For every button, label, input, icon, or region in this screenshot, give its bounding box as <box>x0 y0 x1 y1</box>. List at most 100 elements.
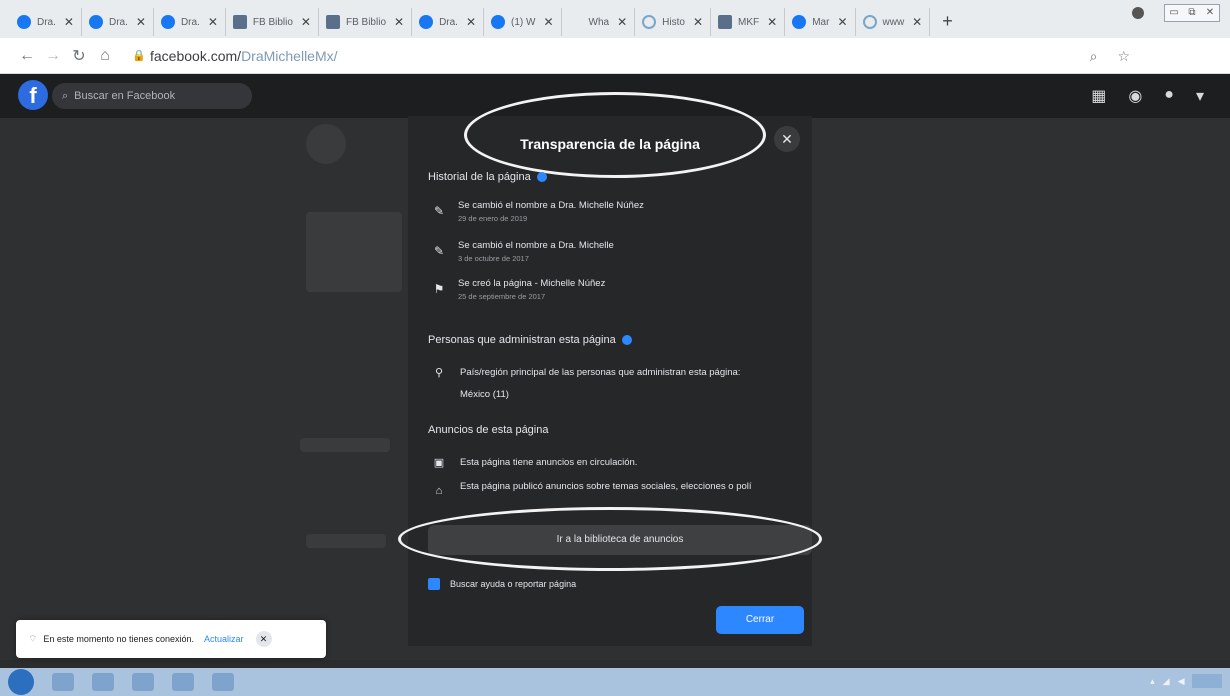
address-bar: ← → ↻ ⌂ 🔒 facebook.com/DraMichelleMx/ ⌕ … <box>0 38 1230 74</box>
close-window-icon[interactable]: ✕ <box>1201 5 1219 21</box>
close-tab-icon[interactable]: ✕ <box>466 15 476 29</box>
history-section-title: Historial de la página <box>428 171 547 183</box>
url-field[interactable]: facebook.com/DraMichelleMx/ <box>150 48 338 64</box>
facebook-icon <box>160 15 175 29</box>
volume-icon[interactable]: ◀ <box>1178 676 1185 687</box>
tray-arrow-icon[interactable]: ▴ <box>1150 676 1155 687</box>
taskbar-app-icon[interactable] <box>52 673 74 691</box>
highlight-oval <box>398 507 822 571</box>
close-toast-icon[interactable]: ✕ <box>255 631 272 647</box>
browser-tab[interactable]: MKF ✕ <box>711 8 786 36</box>
bookmark-star-icon[interactable]: ☆ <box>1117 48 1130 65</box>
close-tab-icon[interactable]: ✕ <box>837 15 847 29</box>
loading-icon <box>642 15 657 29</box>
taskbar: ▴ ◢ ◀ <box>0 668 1230 696</box>
close-button[interactable]: Cerrar <box>716 606 804 634</box>
ads-screen-icon: ▣ <box>433 457 445 469</box>
admins-location-row: ⚲ País/región principal de las personas … <box>430 362 740 406</box>
tab-label: MKF <box>738 16 760 28</box>
close-tab-icon[interactable]: ✕ <box>543 15 553 29</box>
browser-tab[interactable]: www ✕ <box>856 8 931 36</box>
help-report-link[interactable]: Buscar ayuda o reportar página <box>428 578 576 590</box>
help-link-text: Buscar ayuda o reportar página <box>450 579 577 589</box>
ads-section-title: Anuncios de esta página <box>428 424 548 436</box>
taskbar-app-icon[interactable] <box>132 673 154 691</box>
forward-icon[interactable]: → <box>40 47 66 65</box>
close-tab-icon[interactable]: ✕ <box>301 15 311 29</box>
close-modal-button[interactable]: ✕ <box>774 126 800 152</box>
browser-tab[interactable]: (1) W ✕ <box>484 8 562 36</box>
tab-label: FB Biblio <box>345 16 386 28</box>
info-icon[interactable] <box>621 335 632 345</box>
browser-tab[interactable]: Dra. ✕ <box>412 8 485 36</box>
url-domain: facebook.com/ <box>150 47 242 64</box>
profile-icon[interactable] <box>1132 7 1144 19</box>
refresh-link[interactable]: Actualizar <box>204 634 244 644</box>
history-title: Historial de la página <box>428 171 531 183</box>
browser-tab[interactable]: Histo ✕ <box>635 8 712 36</box>
close-tab-icon[interactable]: ✕ <box>912 15 922 29</box>
history-text: Se cambió el nombre a Dra. Michelle <box>458 240 614 251</box>
browser-tab-strip: Dra. ✕ Dra. ✕ Dra. ✕ FB Biblio ✕ FB Biblio ✕ … <box>0 0 1230 38</box>
close-tab-icon[interactable]: ✕ <box>767 15 777 29</box>
facebook-logo[interactable]: f <box>18 80 48 110</box>
notifications-icon[interactable]: ● <box>1164 86 1174 106</box>
edit-icon: ✎ <box>433 204 445 218</box>
browser-tab[interactable]: FB Biblio ✕ <box>319 8 413 36</box>
home-icon[interactable]: ⌂ <box>92 47 118 65</box>
zoom-icon[interactable]: ⌕ <box>1090 48 1098 65</box>
close-tab-icon[interactable]: ✕ <box>617 15 627 29</box>
new-tab-button[interactable]: + <box>942 11 953 32</box>
tab-label: Dra. <box>108 16 128 28</box>
facebook-icon <box>17 15 31 29</box>
toast-message: En este momento no tienes conexión. <box>43 634 194 644</box>
blank-icon <box>569 15 583 29</box>
page-icon <box>232 15 247 29</box>
messenger-icon[interactable]: ◉ <box>1128 86 1142 106</box>
history-text: Se cambió el nombre a Dra. Michelle Núñe… <box>458 200 644 211</box>
account-chevron-icon[interactable]: ▾ <box>1196 86 1204 106</box>
tab-label: Histo <box>662 16 685 28</box>
offline-toast: ⌔ En este momento no tienes conexión. Ac… <box>16 620 326 658</box>
taskbar-app-icon[interactable] <box>172 673 194 691</box>
close-tab-icon[interactable]: ✕ <box>693 15 703 29</box>
tab-label: Mar <box>812 16 830 28</box>
close-tab-icon[interactable]: ✕ <box>394 15 404 29</box>
history-item: ⚑ Se creó la página - Michelle Núñez 25 d… <box>430 278 606 301</box>
search-placeholder: Buscar en Facebook <box>74 90 176 102</box>
network-icon[interactable]: ◢ <box>1163 676 1170 687</box>
info-icon[interactable] <box>536 172 547 182</box>
history-date: 25 de septiembre de 2017 <box>458 292 546 301</box>
close-tab-icon[interactable]: ✕ <box>64 15 74 29</box>
browser-tab[interactable]: Dra. ✕ <box>154 8 226 36</box>
browser-tab[interactable]: Mar ✕ <box>785 8 856 36</box>
back-icon[interactable]: ← <box>14 47 40 65</box>
history-date: 29 de enero de 2019 <box>458 214 528 223</box>
chrome-icon[interactable] <box>212 673 234 691</box>
browser-tab[interactable]: FB Biblio ✕ <box>226 8 319 36</box>
search-input[interactable]: ⌕ Buscar en Facebook <box>52 83 252 109</box>
clock[interactable] <box>1192 674 1222 688</box>
header-actions: ▦ ◉ ● ▾ <box>1091 86 1204 106</box>
history-item: ✎ Se cambió el nombre a Dra. Michelle 3 d… <box>430 240 614 263</box>
restore-icon[interactable]: ⧉ <box>1183 5 1201 21</box>
close-tab-icon[interactable]: ✕ <box>136 15 146 29</box>
lock-icon[interactable]: 🔒 <box>132 49 146 63</box>
ads-running-text: Esta página tiene anuncios en circulació… <box>460 457 638 468</box>
history-item: ✎ Se cambió el nombre a Dra. Michelle Nú… <box>430 200 644 223</box>
window-controls: ▭ ⧉ ✕ <box>1164 4 1220 22</box>
browser-tab[interactable]: Dra. ✕ <box>10 8 82 36</box>
window-controls-area: ▭ ⧉ ✕ <box>1132 4 1220 22</box>
taskbar-app-icon[interactable] <box>92 673 114 691</box>
tab-label: Wha <box>588 16 610 28</box>
reload-icon[interactable]: ↻ <box>66 46 92 66</box>
minimize-icon[interactable]: ▭ <box>1165 5 1183 21</box>
admins-title: Personas que administran esta página <box>428 334 616 346</box>
close-tab-icon[interactable]: ✕ <box>208 15 218 29</box>
page-photo-shadow <box>306 212 402 292</box>
browser-tab[interactable]: Wha ✕ <box>562 8 636 36</box>
menu-grid-icon[interactable]: ▦ <box>1091 86 1106 106</box>
browser-tab[interactable]: Dra. ✕ <box>82 8 154 36</box>
start-button[interactable] <box>8 669 34 695</box>
tab-label: Dra. <box>180 16 200 28</box>
